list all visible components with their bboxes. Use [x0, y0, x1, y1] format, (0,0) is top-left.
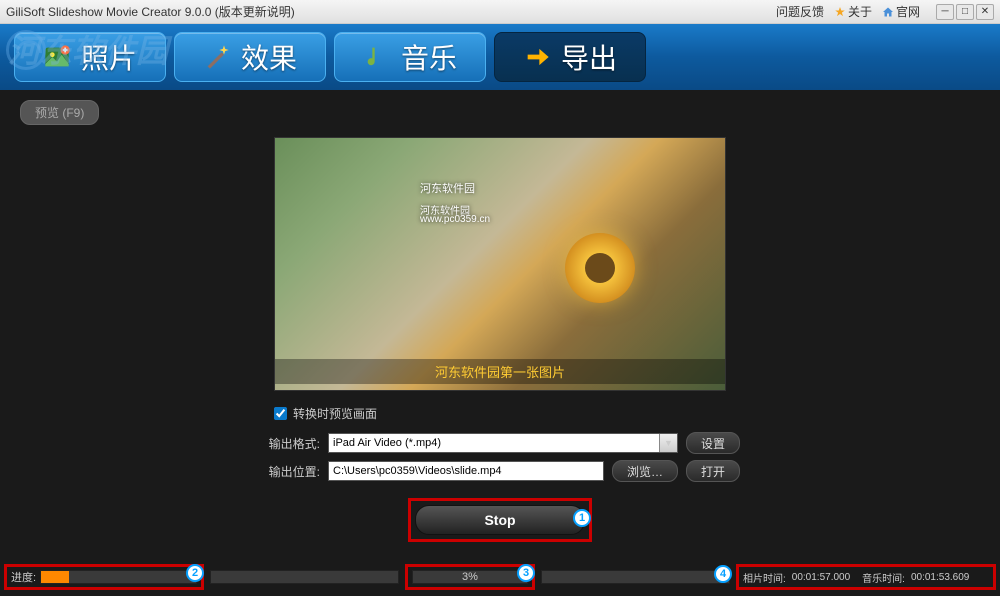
tab-effects[interactable]: 效果 [174, 32, 326, 82]
home-icon [882, 6, 894, 18]
format-label: 输出格式: [260, 435, 320, 452]
stop-highlight: Stop 1 [408, 498, 592, 542]
progress-box-4: 相片时间: 00:01:57.000 音乐时间: 00:01:53.609 [736, 564, 996, 590]
titlebar: GiliSoft Slideshow Movie Creator 9.0.0 (… [0, 0, 1000, 24]
minimize-button[interactable]: ─ [936, 4, 954, 20]
preview-wm3: www.pc0359.cn [420, 214, 490, 225]
photo-icon [43, 43, 71, 71]
progress-box-1: 进度: 2 [4, 564, 204, 590]
progress-area: 进度: 2 3% 3 4 相片时间: 00:01:57.000 音乐时间: 00… [4, 564, 996, 590]
progress-bar-1 [40, 570, 197, 584]
hint-3: 3 [517, 564, 535, 582]
main-nav: 照片 效果 音乐 导出 [0, 24, 1000, 90]
video-caption: 河东软件园第一张图片 [275, 359, 725, 384]
format-select[interactable] [328, 433, 678, 453]
settings-button[interactable]: 设置 [686, 432, 740, 454]
preview-wm1: 河东软件园 [420, 180, 475, 196]
music-icon [363, 43, 391, 71]
stop-button[interactable]: Stop [415, 505, 585, 535]
open-button[interactable]: 打开 [686, 460, 740, 482]
preview-checkbox[interactable] [274, 407, 287, 420]
photo-time: 00:01:57.000 [792, 572, 850, 583]
preview-button[interactable]: 预览 (F9) [20, 100, 99, 125]
browse-button[interactable]: 浏览… [612, 460, 678, 482]
maximize-button[interactable]: □ [956, 4, 974, 20]
video-preview: 河东软件园 河东软件园 www.pc0359.cn 河东软件园第一张图片 [274, 137, 726, 391]
home-link[interactable]: 官网 [882, 3, 920, 20]
hint-4: 4 [714, 565, 732, 583]
location-label: 输出位置: [260, 463, 320, 480]
location-input[interactable] [328, 461, 604, 481]
tab-export[interactable]: 导出 [494, 32, 646, 82]
progress-bar-mid2: 4 [541, 570, 730, 584]
progress-percent: 3% [462, 571, 478, 583]
preview-checkbox-row[interactable]: 转换时预览画面 [274, 405, 740, 422]
progress-bar-2: 3% [412, 570, 528, 584]
close-button[interactable]: ✕ [976, 4, 994, 20]
photo-time-label: 相片时间: [743, 570, 786, 585]
wand-icon [203, 43, 231, 71]
about-link[interactable]: 关于 [834, 3, 872, 20]
arrow-right-icon [523, 43, 551, 71]
star-icon [834, 6, 846, 18]
music-time-label: 音乐时间: [862, 570, 905, 585]
progress-label: 进度: [11, 569, 36, 585]
tab-music[interactable]: 音乐 [334, 32, 486, 82]
progress-bar-mid1 [210, 570, 399, 584]
progress-box-2: 3% 3 [405, 564, 535, 590]
music-time: 00:01:53.609 [911, 572, 969, 583]
app-title: GiliSoft Slideshow Movie Creator 9.0.0 (… [6, 3, 776, 20]
tab-photos[interactable]: 照片 [14, 32, 166, 82]
hint-1: 1 [573, 509, 591, 527]
progress-fill [41, 571, 69, 583]
hint-2: 2 [186, 564, 204, 582]
feedback-link[interactable]: 问题反馈 [776, 3, 824, 20]
flower-graphic [565, 233, 635, 303]
chevron-down-icon[interactable]: ▼ [659, 434, 677, 452]
